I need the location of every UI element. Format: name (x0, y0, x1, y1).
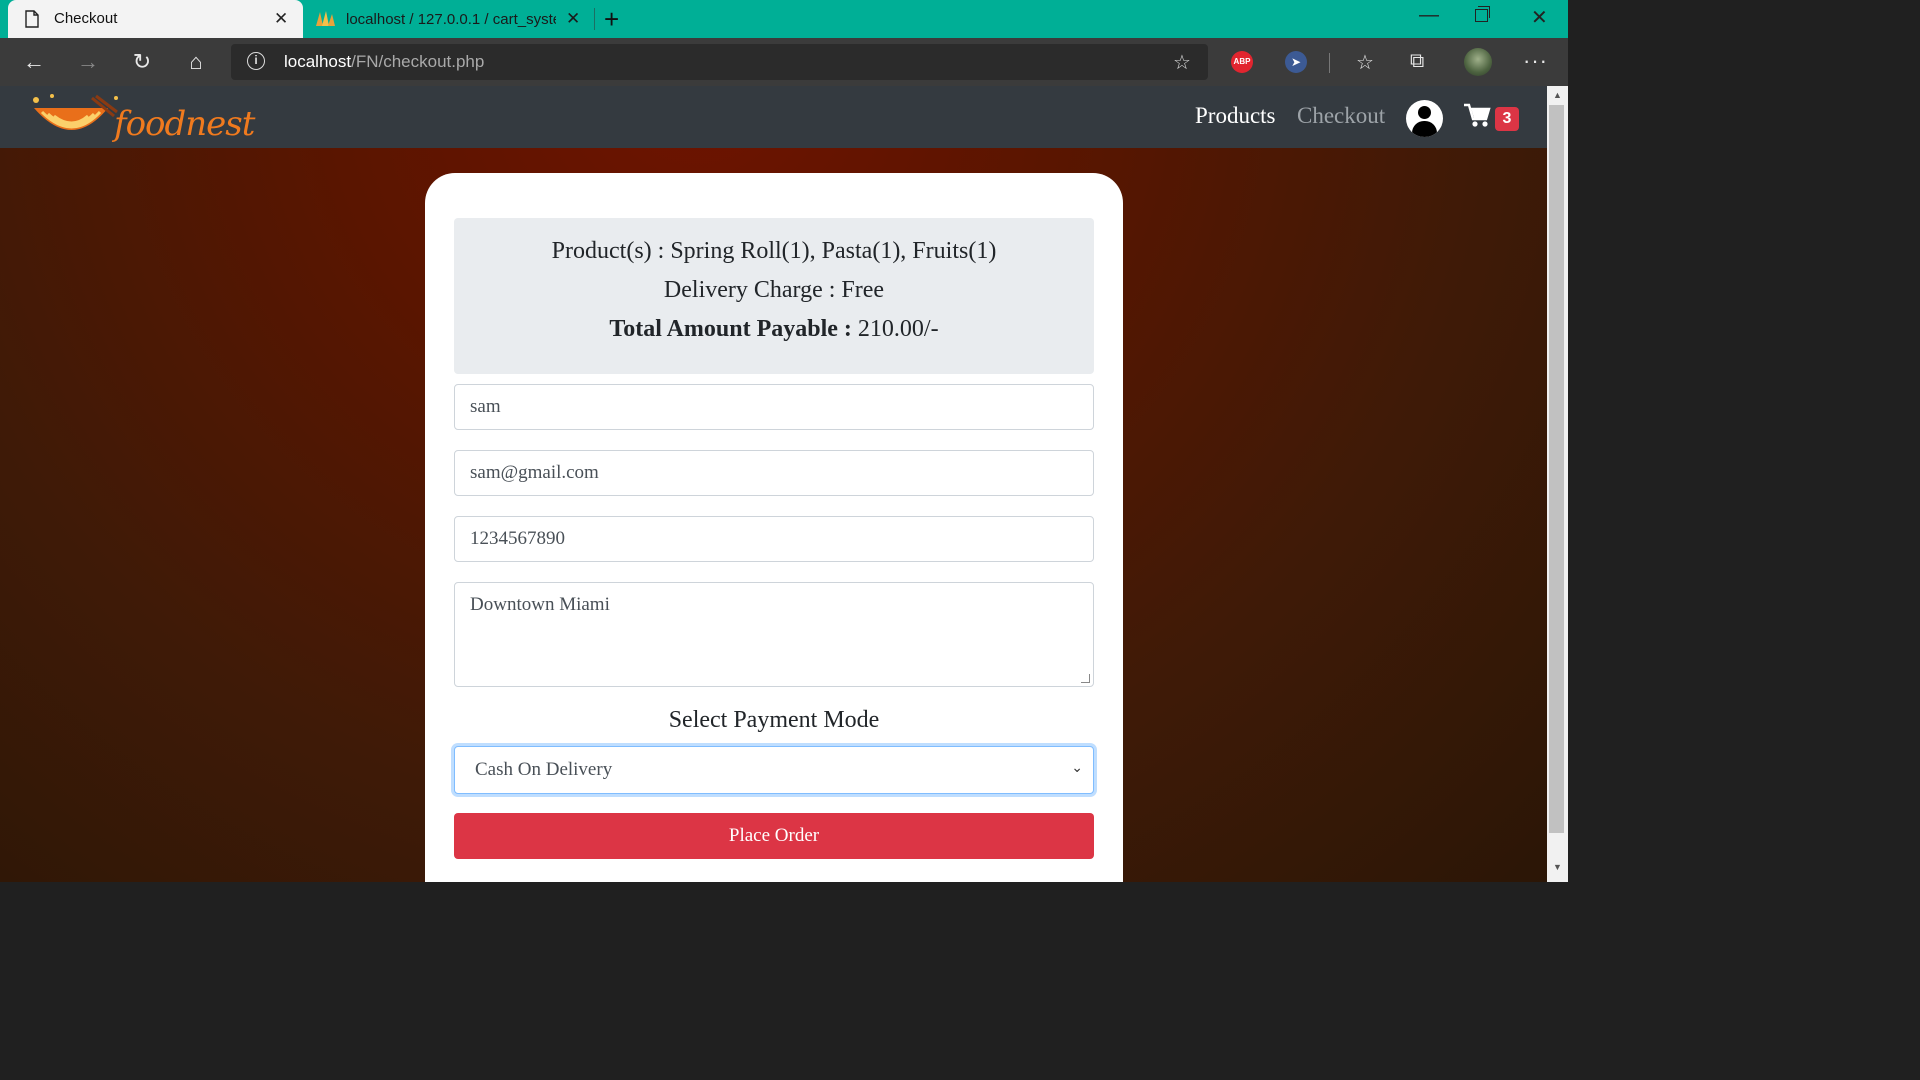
add-favorite-icon[interactable]: ☆ (1173, 50, 1191, 75)
minimize-icon[interactable]: — (1419, 4, 1439, 27)
payment-mode-label: Select Payment Mode (668, 707, 880, 733)
logo-text: foodnest (114, 104, 255, 144)
address-bar[interactable]: i localhost/FN/checkout.php ☆ (231, 44, 1208, 80)
address-field[interactable]: Downtown Miami (454, 582, 1094, 687)
bowl-icon (33, 94, 118, 130)
favorites-icon[interactable]: ☆ (1356, 50, 1374, 75)
scroll-thumb[interactable] (1549, 105, 1564, 833)
phone-field[interactable]: 1234567890 (454, 516, 1094, 562)
back-icon[interactable]: ← (20, 48, 48, 76)
order-summary: Product(s) : Spring Roll(1), Pasta(1), F… (454, 218, 1094, 374)
tab-checkout[interactable]: Checkout ✕ (8, 0, 303, 38)
tab-title: Checkout (54, 10, 118, 27)
payment-selected-value: Cash On Delivery (475, 759, 613, 780)
collections-icon[interactable]: ⧉ (1410, 50, 1424, 73)
toolbar-divider (1329, 53, 1330, 73)
new-tab-icon[interactable]: + (604, 4, 619, 35)
cart-icon[interactable] (1463, 102, 1491, 128)
adblock-icon[interactable]: ABP (1231, 51, 1253, 73)
nav-link-checkout[interactable]: Checkout (1297, 103, 1385, 129)
site-info-icon[interactable]: i (247, 52, 265, 70)
restore-icon[interactable] (1475, 6, 1490, 22)
user-icon[interactable] (1406, 100, 1443, 137)
close-tab-icon[interactable]: ✕ (566, 9, 580, 29)
forward-icon[interactable]: → (74, 48, 102, 76)
page-scrollbar[interactable]: ▲ ▼ (1547, 86, 1568, 882)
page-viewport: foodnest Products Checkout 3 Product(s) … (0, 86, 1547, 882)
total-amount: Total Amount Payable : 210.00/- (609, 316, 939, 342)
place-order-button[interactable]: Place Order (454, 813, 1094, 859)
foodnest-logo[interactable]: foodnest (22, 90, 255, 146)
profile-avatar[interactable] (1464, 48, 1492, 76)
payment-mode-select[interactable]: Cash On Delivery ⌄ (454, 746, 1094, 794)
site-navbar: foodnest Products Checkout 3 (0, 86, 1547, 148)
scroll-down-icon[interactable]: ▼ (1553, 862, 1562, 872)
cart-count-badge[interactable]: 3 (1495, 107, 1519, 131)
more-options-icon[interactable]: ··· (1523, 48, 1548, 74)
tab-title: localhost / 127.0.0.1 / cart_system (346, 11, 556, 28)
browser-title-bar: Checkout ✕ localhost / 127.0.0.1 / cart_… (0, 0, 1568, 38)
tab-divider (594, 8, 595, 30)
products-summary: Product(s) : Spring Roll(1), Pasta(1), F… (551, 238, 997, 264)
phpmyadmin-icon (316, 11, 335, 26)
chevron-down-icon: ⌄ (1071, 761, 1083, 776)
delivery-charge: Delivery Charge : Free (663, 277, 885, 303)
url-text[interactable]: localhost/FN/checkout.php (284, 52, 484, 72)
email-field[interactable]: sam@gmail.com (454, 450, 1094, 496)
close-window-icon[interactable]: ✕ (1531, 5, 1548, 30)
name-field[interactable]: sam (454, 384, 1094, 430)
page-icon (25, 10, 39, 28)
tab-phpmyadmin[interactable]: localhost / 127.0.0.1 / cart_system ✕ (304, 0, 594, 38)
checkout-card: Product(s) : Spring Roll(1), Pasta(1), F… (425, 173, 1123, 882)
refresh-icon[interactable]: ↻ (128, 48, 156, 76)
home-icon[interactable]: ⌂ (182, 48, 210, 76)
address-text: Downtown Miami (470, 594, 610, 615)
nav-link-products[interactable]: Products (1195, 103, 1276, 129)
cursor-extension-icon[interactable]: ➤ (1285, 51, 1307, 73)
scroll-up-icon[interactable]: ▲ (1553, 90, 1562, 100)
close-tab-icon[interactable]: ✕ (274, 9, 288, 29)
resize-handle-icon[interactable] (1081, 674, 1090, 683)
